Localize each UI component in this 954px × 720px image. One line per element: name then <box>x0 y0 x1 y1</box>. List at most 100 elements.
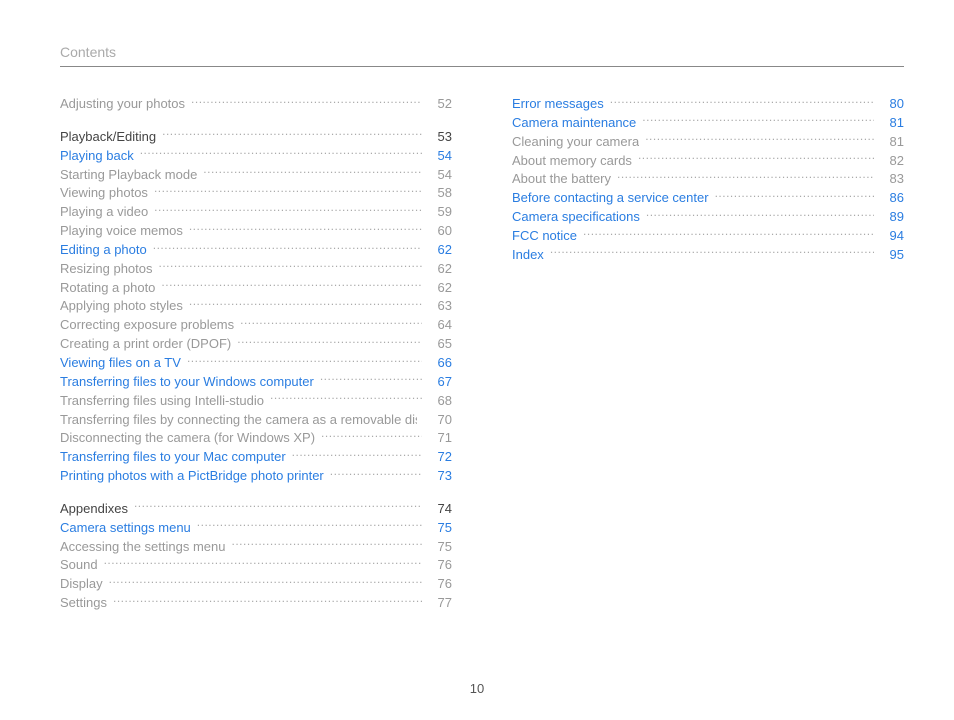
toc-label: Transferring files using Intelli-studio <box>60 392 264 411</box>
toc-page-number: 76 <box>428 575 452 594</box>
toc-page-number: 53 <box>428 128 452 147</box>
toc-leader-dots <box>237 335 422 348</box>
toc-entry: Resizing photos 62 <box>60 260 452 279</box>
toc-page-number: 73 <box>428 467 452 486</box>
toc-label: Viewing files on a TV <box>60 354 181 373</box>
toc-entry[interactable]: Playing back54 <box>60 147 452 166</box>
toc-leader-dots <box>320 373 422 386</box>
page: Contents Adjusting your photos52Playback… <box>0 0 954 633</box>
toc-label: Playing voice memos <box>60 222 183 241</box>
toc-page-number: 81 <box>880 114 904 133</box>
toc-entry: Sound76 <box>60 556 452 575</box>
toc-entry: Viewing photos58 <box>60 184 452 203</box>
content-columns: Adjusting your photos52 Playback/Editing 5… <box>60 95 904 613</box>
toc-page-number: 66 <box>428 354 452 373</box>
toc-label: Printing photos with a PictBridge photo … <box>60 467 324 486</box>
toc-entry[interactable]: Editing a photo 62 <box>60 241 452 260</box>
toc-leader-dots <box>191 95 422 108</box>
toc-leader-dots <box>109 575 422 588</box>
toc-page-number: 62 <box>428 241 452 260</box>
toc-entry[interactable]: Index95 <box>512 246 904 265</box>
toc-leader-dots <box>154 184 422 197</box>
toc-page-number: 58 <box>428 184 452 203</box>
toc-entry[interactable]: Printing photos with a PictBridge photo … <box>60 467 452 486</box>
toc-entry[interactable]: Camera specifications 89 <box>512 208 904 227</box>
toc-label: Playback/Editing <box>60 128 156 147</box>
toc-page-number: 59 <box>428 203 452 222</box>
toc-entry[interactable]: Viewing files on a TV 66 <box>60 354 452 373</box>
toc-page-number: 62 <box>428 260 452 279</box>
toc-label: Display <box>60 575 103 594</box>
toc-page-number: 83 <box>880 170 904 189</box>
toc-label: Index <box>512 246 544 265</box>
toc-page-number: 71 <box>428 429 452 448</box>
toc-entry: Settings77 <box>60 594 452 613</box>
toc-entry: Adjusting your photos52 <box>60 95 452 114</box>
toc-label: About the battery <box>512 170 611 189</box>
toc-entry: Starting Playback mode54 <box>60 166 452 185</box>
toc-entry: Transferring files by connecting the cam… <box>60 411 452 430</box>
toc-page-number: 75 <box>428 519 452 538</box>
toc-page-number: 54 <box>428 166 452 185</box>
toc-entry[interactable]: Before contacting a service center86 <box>512 189 904 208</box>
toc-leader-dots <box>645 133 874 146</box>
toc-page-number: 72 <box>428 448 452 467</box>
toc-leader-dots <box>134 500 422 513</box>
toc-entry[interactable]: FCC notice94 <box>512 227 904 246</box>
toc-label: Camera specifications <box>512 208 640 227</box>
toc-label: Editing a photo <box>60 241 147 260</box>
toc-label: Error messages <box>512 95 604 114</box>
toc-leader-dots <box>162 128 422 141</box>
toc-label: Transferring files to your Windows compu… <box>60 373 314 392</box>
toc-label: Camera maintenance <box>512 114 636 133</box>
toc-page-number: 94 <box>880 227 904 246</box>
toc-gap <box>60 486 452 500</box>
toc-leader-dots <box>550 246 874 259</box>
toc-entry: Playing a video59 <box>60 203 452 222</box>
toc-entry[interactable]: Error messages80 <box>512 95 904 114</box>
toc-label: Creating a print order (DPOF) <box>60 335 231 354</box>
toc-label: Cleaning your camera <box>512 133 639 152</box>
toc-label: Resizing photos <box>60 260 153 279</box>
toc-leader-dots <box>140 147 422 160</box>
toc-entry: Disconnecting the camera (for Windows XP… <box>60 429 452 448</box>
toc-entry[interactable]: Camera maintenance 81 <box>512 114 904 133</box>
toc-leader-dots <box>197 519 422 532</box>
toc-leader-dots <box>330 467 422 480</box>
toc-page-number: 81 <box>880 133 904 152</box>
toc-leader-dots <box>189 297 422 310</box>
toc-leader-dots <box>189 222 422 235</box>
toc-leader-dots <box>270 392 422 405</box>
toc-entry: Cleaning your camera 81 <box>512 133 904 152</box>
toc-leader-dots <box>610 95 874 108</box>
toc-label: Camera settings menu <box>60 519 191 538</box>
toc-page-number: 54 <box>428 147 452 166</box>
toc-entry[interactable]: Camera settings menu 75 <box>60 519 452 538</box>
toc-entry: Creating a print order (DPOF) 65 <box>60 335 452 354</box>
toc-entry[interactable]: Transferring files to your Mac computer7… <box>60 448 452 467</box>
toc-leader-dots <box>231 538 422 551</box>
toc-page-number: 68 <box>428 392 452 411</box>
toc-entry: Appendixes74 <box>60 500 452 519</box>
toc-leader-dots <box>154 203 422 216</box>
toc-leader-dots <box>104 556 422 569</box>
right-column: Error messages80Camera maintenance81Clea… <box>512 95 904 613</box>
toc-leader-dots <box>715 189 874 202</box>
toc-leader-dots <box>161 279 422 292</box>
toc-page-number: 62 <box>428 279 452 298</box>
toc-entry: Playback/Editing 53 <box>60 128 452 147</box>
toc-entry: Correcting exposure problems64 <box>60 316 452 335</box>
toc-page-number: 89 <box>880 208 904 227</box>
toc-page-number: 65 <box>428 335 452 354</box>
toc-leader-dots <box>153 241 422 254</box>
toc-label: Accessing the settings menu <box>60 538 225 557</box>
toc-label: Transferring files by connecting the cam… <box>60 411 417 430</box>
toc-page-number: 77 <box>428 594 452 613</box>
toc-leader-dots <box>113 594 422 607</box>
toc-leader-dots <box>203 166 422 179</box>
toc-label: Rotating a photo <box>60 279 155 298</box>
toc-page-number: 82 <box>880 152 904 171</box>
toc-page-number: 63 <box>428 297 452 316</box>
toc-entry[interactable]: Transferring files to your Windows compu… <box>60 373 452 392</box>
toc-leader-dots <box>642 114 874 127</box>
